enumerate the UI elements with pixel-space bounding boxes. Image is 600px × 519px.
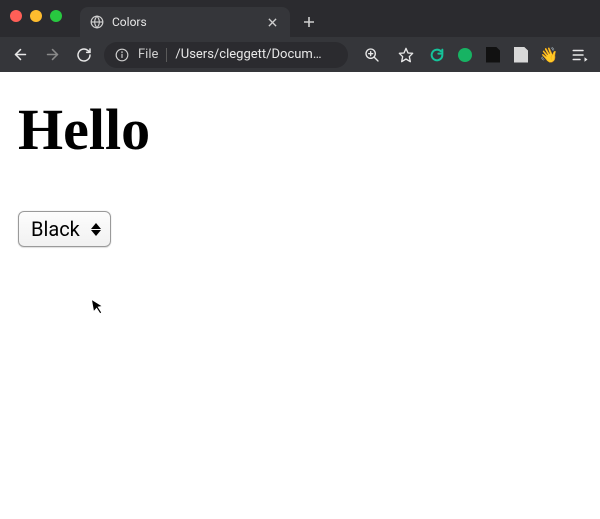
dark-doc-extension-icon[interactable] (484, 46, 502, 64)
back-button[interactable] (8, 43, 32, 67)
green-dot-extension-icon[interactable] (456, 46, 474, 64)
browser-chrome: Colors (0, 0, 600, 72)
tab-strip: Colors (80, 0, 322, 37)
color-select[interactable]: Black (18, 211, 111, 247)
address-bar[interactable]: File /Users/cleggett/Docum… (104, 42, 348, 68)
cursor-icon (90, 296, 108, 320)
grammarly-extension-icon[interactable] (428, 46, 446, 64)
forward-button[interactable] (40, 43, 64, 67)
address-path: /Users/cleggett/Docum… (175, 47, 338, 62)
toolbar: File /Users/cleggett/Docum… (0, 37, 600, 72)
close-window-button[interactable] (10, 10, 22, 22)
window-controls (10, 10, 62, 22)
new-tab-button[interactable] (296, 9, 322, 35)
bookmark-star-icon[interactable] (394, 43, 418, 67)
address-scheme: File (138, 47, 158, 62)
page-heading: Hello (18, 96, 582, 163)
close-tab-button[interactable] (264, 14, 280, 30)
site-info-icon[interactable] (114, 47, 130, 63)
light-doc-extension-icon[interactable] (512, 46, 530, 64)
titlebar: Colors (0, 0, 600, 37)
page-content: Hello Black (0, 72, 600, 271)
reload-button[interactable] (72, 43, 96, 67)
address-separator (166, 48, 167, 62)
color-select-value: Black (31, 217, 80, 241)
minimize-window-button[interactable] (30, 10, 42, 22)
zoom-window-button[interactable] (50, 10, 62, 22)
tab-title: Colors (112, 15, 256, 29)
playlist-icon[interactable] (568, 43, 592, 67)
select-arrows-icon (90, 223, 102, 236)
toolbar-right: 👋 (356, 43, 592, 67)
wave-extension-icon[interactable]: 👋 (540, 46, 558, 64)
browser-tab[interactable]: Colors (80, 7, 290, 37)
zoom-icon[interactable] (360, 43, 384, 67)
globe-icon (90, 15, 104, 29)
